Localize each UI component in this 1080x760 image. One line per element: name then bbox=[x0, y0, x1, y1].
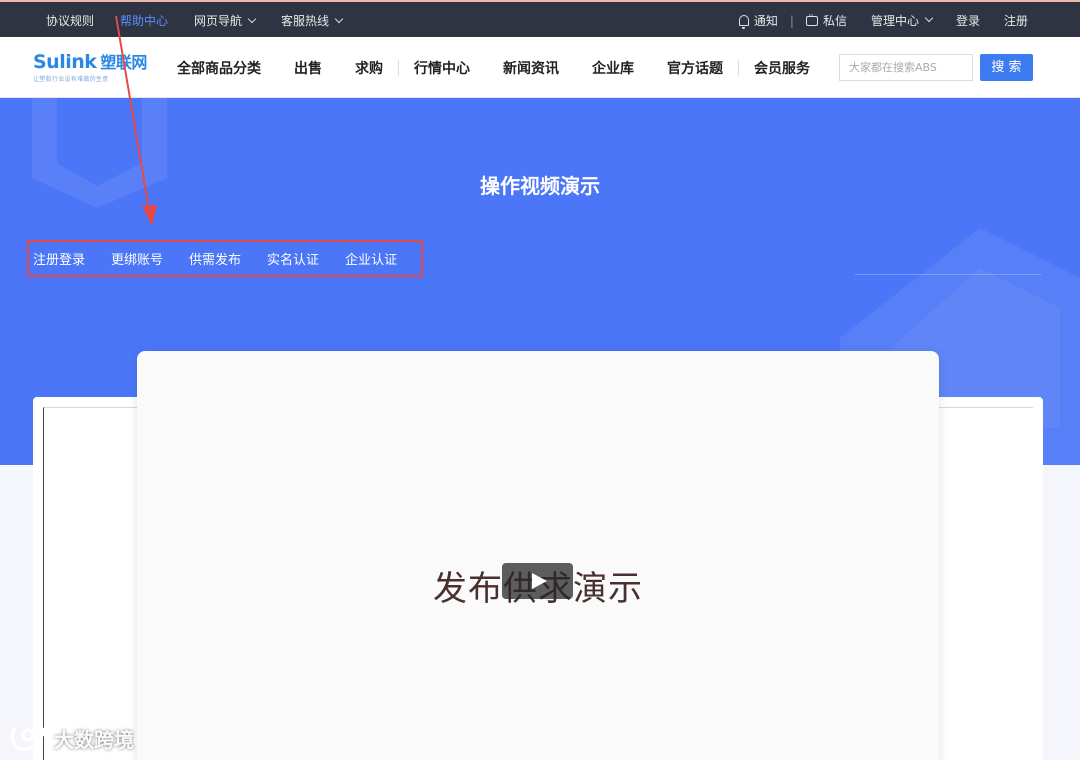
notification-link[interactable]: 通知 bbox=[738, 12, 778, 29]
site-logo[interactable]: Sulink 塑联网 让塑胶行业没有难做的生意 bbox=[33, 51, 147, 84]
search-input[interactable]: 大家都在搜索ABS bbox=[839, 54, 973, 81]
service-hotline-menu[interactable]: 客服热线 bbox=[281, 12, 344, 29]
chevron-down-icon bbox=[924, 13, 934, 22]
watermark: 大数跨境 bbox=[8, 723, 134, 753]
nav-item-enterprise-library[interactable]: 企业库 bbox=[592, 58, 634, 78]
nav-item-sell[interactable]: 出售 bbox=[294, 58, 322, 78]
chevron-down-icon bbox=[247, 14, 257, 24]
nav-divider bbox=[738, 60, 739, 76]
top-bar: 协议规则 帮助中心 网页导航 客服热线 通知 | 私信 管理中心 登录 注册 bbox=[0, 0, 1080, 37]
search-button[interactable]: 搜 索 bbox=[980, 54, 1033, 81]
help-center-link[interactable]: 帮助中心 bbox=[120, 12, 168, 29]
site-navigation-menu[interactable]: 网页导航 bbox=[194, 12, 257, 29]
manage-center-menu[interactable]: 管理中心 bbox=[870, 12, 934, 29]
main-nav-bar: Sulink 塑联网 让塑胶行业没有难做的生意 全部商品分类 出售 求购 行情中心… bbox=[0, 37, 1080, 98]
bell-icon bbox=[738, 15, 749, 29]
hero-divider-line bbox=[855, 274, 1041, 275]
manage-center-label: 管理中心 bbox=[870, 14, 919, 28]
annotation-highlight-box bbox=[27, 240, 423, 277]
login-link[interactable]: 登录 bbox=[956, 12, 980, 29]
nav-item-buy[interactable]: 求购 bbox=[355, 58, 383, 78]
logo-brand-cn: 塑联网 bbox=[100, 53, 147, 72]
logo-brand: Sulink 塑联网 bbox=[33, 51, 147, 74]
nav-item-market-center[interactable]: 行情中心 bbox=[414, 58, 470, 78]
chevron-down-icon bbox=[334, 14, 344, 24]
logo-tagline: 让塑胶行业没有难做的生意 bbox=[33, 76, 109, 83]
page-title: 操作视频演示 bbox=[480, 174, 600, 198]
top-bar-left-links: 协议规则 帮助中心 网页导航 客服热线 bbox=[46, 12, 368, 29]
site-navigation-label: 网页导航 bbox=[194, 14, 243, 28]
logo-brand-en: Sulink bbox=[33, 51, 97, 73]
watermark-logo-icon bbox=[10, 726, 46, 751]
watermark-text: 大数跨境 bbox=[54, 727, 134, 752]
separator: | bbox=[789, 13, 794, 28]
register-link[interactable]: 注册 bbox=[1004, 12, 1028, 29]
message-icon bbox=[805, 11, 818, 26]
nav-item-official-topics[interactable]: 官方话题 bbox=[667, 58, 723, 78]
play-button-icon[interactable] bbox=[502, 563, 573, 599]
nav-item-all-categories[interactable]: 全部商品分类 bbox=[177, 58, 261, 78]
top-bar-right-links: 通知 | 私信 管理中心 登录 注册 bbox=[715, 11, 1028, 29]
nav-item-member-service[interactable]: 会员服务 bbox=[754, 58, 810, 78]
nav-item-news[interactable]: 新闻资讯 bbox=[503, 58, 559, 78]
video-player[interactable]: 发布供求演示 bbox=[137, 351, 939, 760]
private-message-link[interactable]: 私信 bbox=[805, 11, 847, 29]
main-nav: 全部商品分类 出售 求购 行情中心 新闻资讯 企业库 官方话题 会员服务 bbox=[177, 58, 843, 78]
private-message-label: 私信 bbox=[822, 14, 847, 28]
notification-label: 通知 bbox=[753, 14, 778, 28]
agreement-rules-link[interactable]: 协议规则 bbox=[46, 12, 94, 29]
service-hotline-label: 客服热线 bbox=[281, 14, 330, 28]
nav-divider bbox=[398, 60, 399, 76]
